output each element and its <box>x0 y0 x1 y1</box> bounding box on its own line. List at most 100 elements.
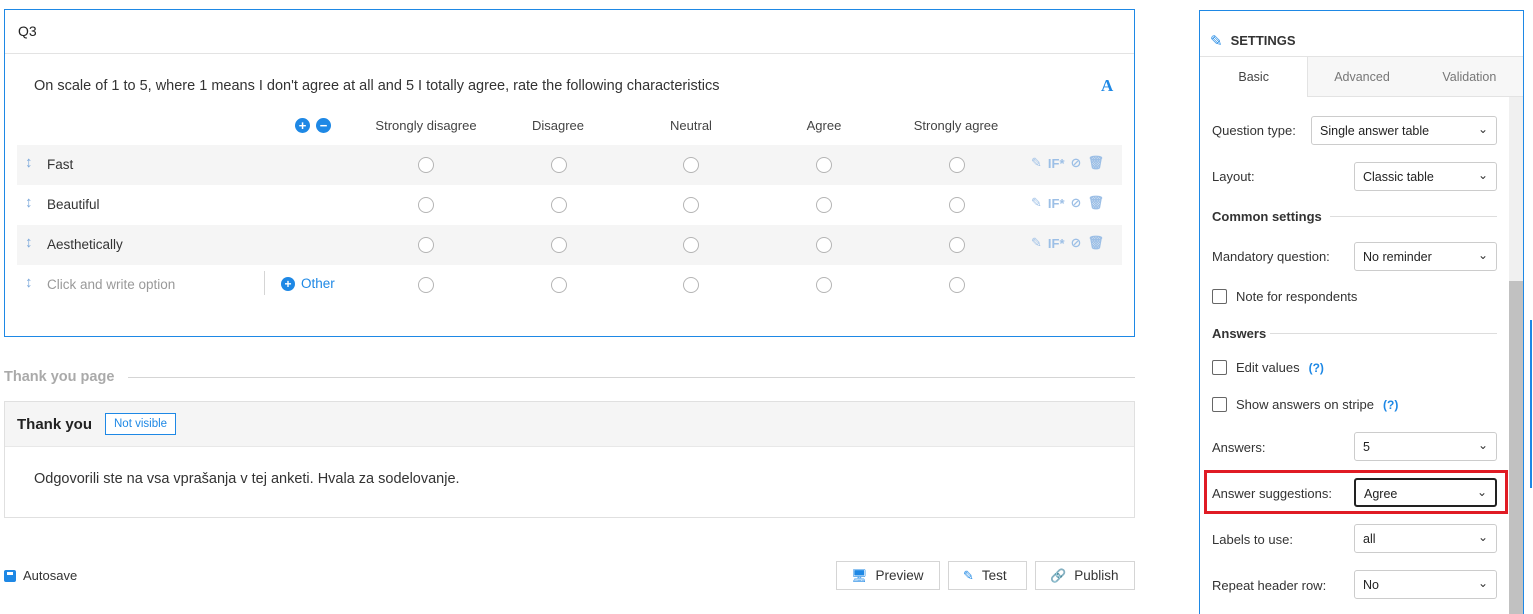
settings-title: SETTINGS <box>1230 33 1296 48</box>
edit-values-checkbox[interactable] <box>1212 360 1227 375</box>
thank-you-text[interactable]: Odgovorili ste na vsa vprašanja v tej an… <box>34 471 460 487</box>
preview-button[interactable]: 🖥 Preview <box>836 561 940 590</box>
pencil-icon: ✎ <box>1210 32 1223 50</box>
column-header[interactable]: Disagree <box>488 118 628 133</box>
radio-button[interactable] <box>683 277 699 293</box>
hide-ban-icon[interactable]: ⊘ <box>1071 195 1082 211</box>
radio-button[interactable] <box>418 237 434 253</box>
drag-handle-icon[interactable]: ↕ <box>25 274 33 291</box>
radio-button[interactable] <box>551 197 567 213</box>
repeat-header-value: No <box>1363 578 1379 592</box>
hide-ban-icon[interactable]: ⊘ <box>1071 155 1082 171</box>
if-condition-button[interactable]: IF* <box>1048 236 1065 251</box>
edit-values-row[interactable]: Edit values (?) <box>1212 360 1324 375</box>
help-link[interactable]: (?) <box>1309 361 1324 375</box>
table-row: ↕ Aesthetically ✎ IF* ⊘ 🗑 <box>17 225 1122 265</box>
column-header[interactable]: Neutral <box>621 118 761 133</box>
repeat-header-label: Repeat header row: <box>1212 578 1327 593</box>
column-header[interactable]: Agree <box>754 118 894 133</box>
publish-button[interactable]: 🔗 Publish <box>1035 561 1135 590</box>
monitor-icon: 🖥 <box>851 567 868 583</box>
radio-button[interactable] <box>816 237 832 253</box>
drag-handle-icon[interactable]: ↕ <box>25 154 33 171</box>
row-actions: ✎ IF* ⊘ 🗑 <box>1031 195 1104 211</box>
radio-button[interactable] <box>949 237 965 253</box>
radio-button[interactable] <box>418 197 434 213</box>
tab-basic[interactable]: Basic <box>1200 57 1309 97</box>
plus-circle-icon: + <box>281 276 295 291</box>
row-label[interactable]: Aesthetically <box>47 237 123 252</box>
answers-label: Answers: <box>1212 440 1266 455</box>
if-condition-button[interactable]: IF* <box>1048 156 1065 171</box>
thank-you-title[interactable]: Thank you <box>17 416 92 433</box>
note-checkbox[interactable] <box>1212 289 1227 304</box>
edit-pencil-icon[interactable]: ✎ <box>1031 155 1042 171</box>
radio-button[interactable] <box>551 277 567 293</box>
edit-pencil-icon[interactable]: ✎ <box>1031 195 1042 211</box>
radio-button[interactable] <box>816 157 832 173</box>
question-type-select[interactable]: Single answer table ⌄ <box>1311 116 1497 145</box>
radio-button[interactable] <box>949 277 965 293</box>
table-row: ↕ Fast ✎ IF* ⊘ 🗑 <box>17 145 1122 185</box>
labels-label: Labels to use: <box>1212 532 1293 547</box>
mandatory-select[interactable]: No reminder ⌄ <box>1354 242 1497 271</box>
radio-button[interactable] <box>683 237 699 253</box>
if-condition-button[interactable]: IF* <box>1048 196 1065 211</box>
hide-ban-icon[interactable]: ⊘ <box>1071 235 1082 251</box>
labels-select[interactable]: all ⌄ <box>1354 524 1497 553</box>
edit-values-label: Edit values <box>1236 360 1300 375</box>
radio-button[interactable] <box>683 197 699 213</box>
answers-select[interactable]: 5 ⌄ <box>1354 432 1497 461</box>
drag-handle-icon[interactable]: ↕ <box>25 234 33 251</box>
edit-pencil-icon[interactable]: ✎ <box>1031 235 1042 251</box>
column-header[interactable]: Strongly agree <box>886 118 1026 133</box>
tab-validation[interactable]: Validation <box>1415 57 1523 97</box>
repeat-header-select[interactable]: No ⌄ <box>1354 570 1497 599</box>
save-icon <box>4 569 16 582</box>
preview-label: Preview <box>875 568 924 583</box>
layout-select[interactable]: Classic table ⌄ <box>1354 162 1497 191</box>
radio-button[interactable] <box>816 197 832 213</box>
test-button[interactable]: ✎ Test <box>948 561 1027 590</box>
add-column-icon[interactable]: + <box>295 118 310 133</box>
show-stripe-checkbox[interactable] <box>1212 397 1227 412</box>
row-actions: ✎ IF* ⊘ 🗑 <box>1031 155 1104 171</box>
note-checkbox-row[interactable]: Note for respondents <box>1212 289 1357 304</box>
new-option-input[interactable]: Click and write option <box>47 277 175 292</box>
row-label[interactable]: Fast <box>47 157 73 172</box>
offscreen-panel-edge <box>1530 320 1532 488</box>
drag-handle-icon[interactable]: ↕ <box>25 194 33 211</box>
show-stripe-row[interactable]: Show answers on stripe (?) <box>1212 397 1398 412</box>
remove-column-icon[interactable]: − <box>316 118 331 133</box>
thank-you-header: Thank you Not visible <box>5 402 1134 447</box>
help-link[interactable]: (?) <box>1383 398 1398 412</box>
tab-advanced[interactable]: Advanced <box>1308 57 1416 97</box>
add-other-button[interactable]: + Other <box>281 276 335 291</box>
radio-button[interactable] <box>418 157 434 173</box>
thank-you-card[interactable]: Thank you Not visible Odgovorili ste na … <box>4 401 1135 518</box>
radio-button[interactable] <box>683 157 699 173</box>
row-label[interactable]: Beautiful <box>47 197 100 212</box>
question-card[interactable]: Q3 On scale of 1 to 5, where 1 means I d… <box>4 9 1135 337</box>
chevron-down-icon: ⌄ <box>1477 122 1488 136</box>
chevron-down-icon: ⌄ <box>1477 248 1488 262</box>
new-option-row: ↕ Click and write option + Other <box>17 265 1122 305</box>
radio-button[interactable] <box>949 157 965 173</box>
radio-button[interactable] <box>551 237 567 253</box>
visibility-badge[interactable]: Not visible <box>105 413 177 435</box>
highlight-box <box>1204 470 1508 514</box>
font-style-icon[interactable]: A <box>1101 76 1113 96</box>
column-header[interactable]: Strongly disagree <box>356 118 496 133</box>
other-label: Other <box>301 276 335 291</box>
scrollbar-thumb[interactable] <box>1509 281 1523 614</box>
radio-button[interactable] <box>418 277 434 293</box>
radio-button[interactable] <box>949 197 965 213</box>
radio-button[interactable] <box>816 277 832 293</box>
trash-icon[interactable]: 🗑 <box>1087 155 1104 171</box>
chevron-down-icon: ⌄ <box>1477 576 1488 590</box>
trash-icon[interactable]: 🗑 <box>1087 235 1104 251</box>
trash-icon[interactable]: 🗑 <box>1087 195 1104 211</box>
note-label: Note for respondents <box>1236 289 1358 304</box>
question-text[interactable]: On scale of 1 to 5, where 1 means I don'… <box>34 78 719 94</box>
radio-button[interactable] <box>551 157 567 173</box>
